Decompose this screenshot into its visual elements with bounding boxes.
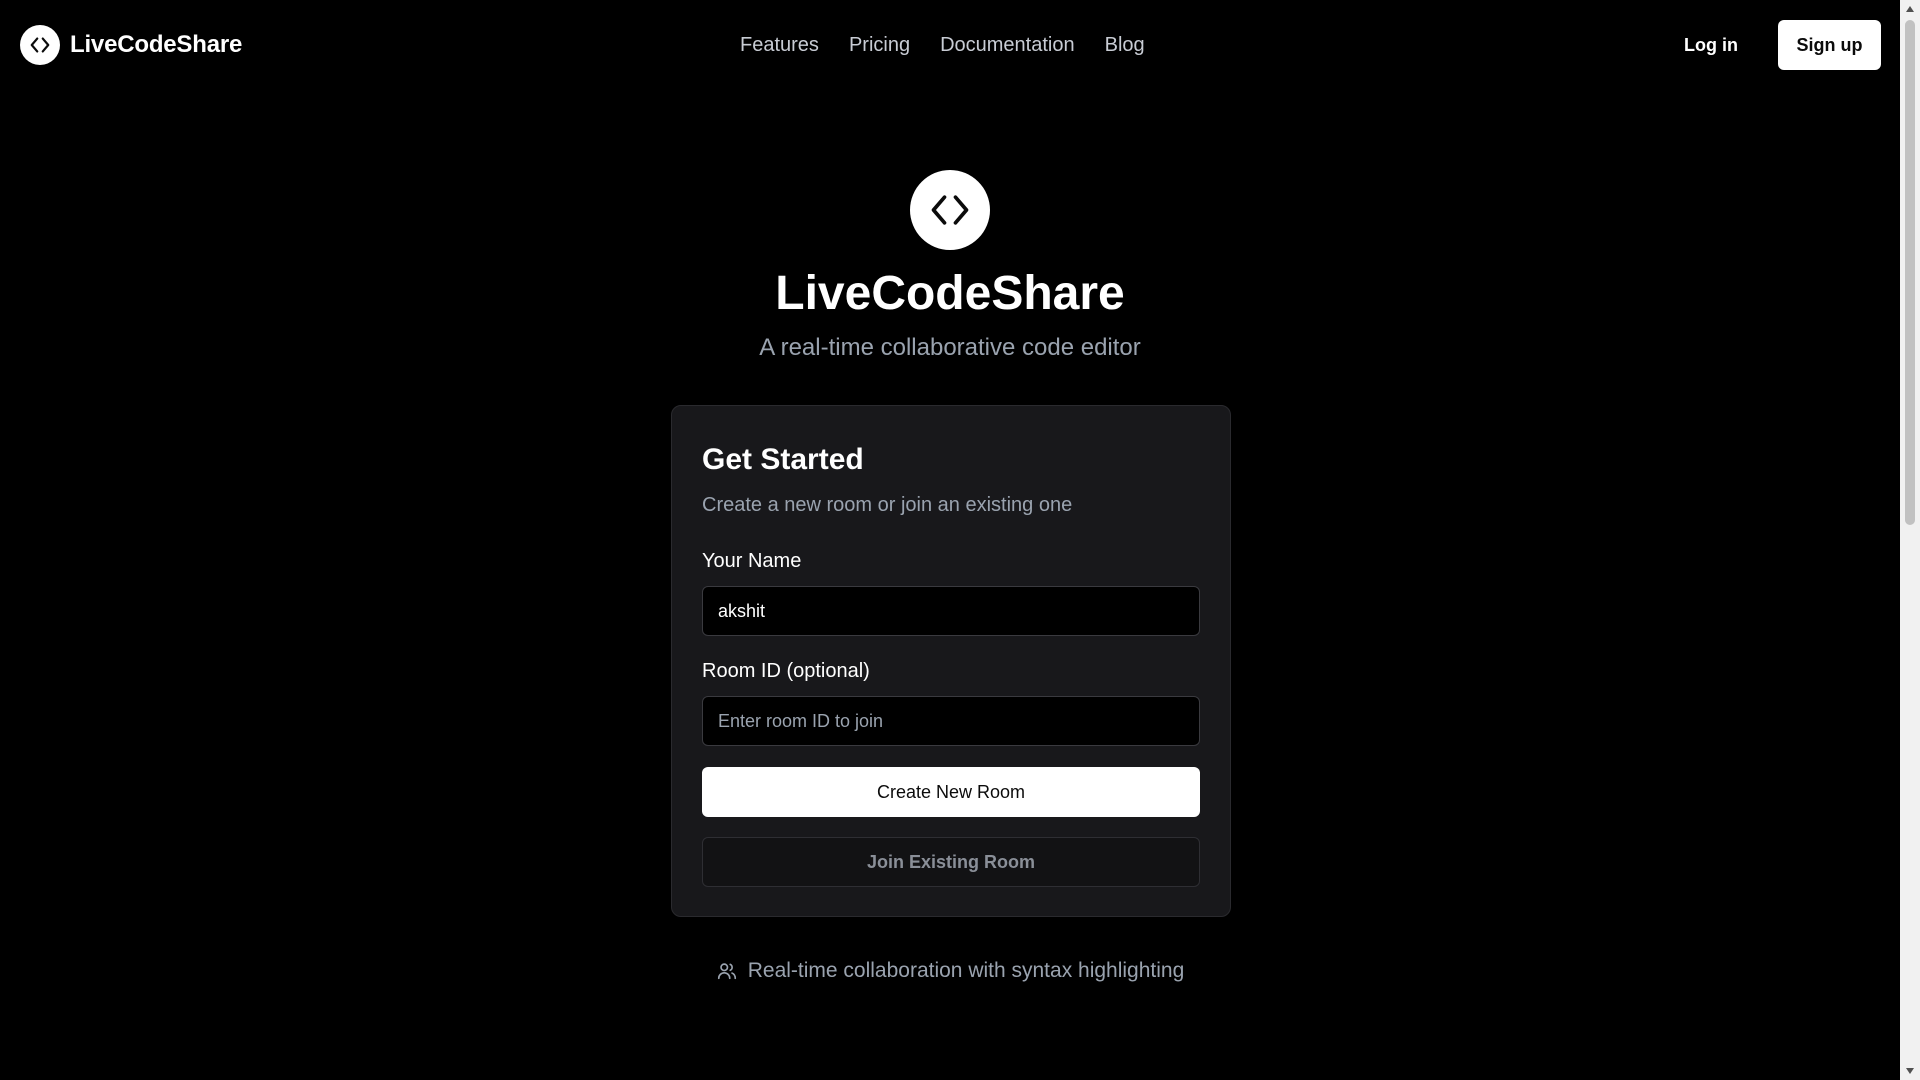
users-icon (716, 960, 738, 982)
vertical-scrollbar[interactable] (1900, 0, 1920, 1080)
nav-link-blog[interactable]: Blog (1105, 30, 1145, 60)
scroll-up-arrow-icon[interactable] (1900, 0, 1920, 18)
hero-subtitle: A real-time collaborative code editor (759, 334, 1141, 361)
top-nav: LiveCodeShare Features Pricing Documenta… (0, 0, 1900, 90)
name-label: Your Name (702, 550, 802, 572)
get-started-card: Get Started Create a new room or join an… (671, 405, 1231, 917)
nav-link-documentation[interactable]: Documentation (940, 30, 1075, 60)
brand-link[interactable]: LiveCodeShare (20, 25, 242, 65)
brand-name: LiveCodeShare (70, 31, 243, 58)
nav-links: Features Pricing Documentation Blog (740, 30, 1145, 60)
card-title: Get Started (702, 443, 864, 476)
room-id-input[interactable] (702, 696, 1200, 746)
login-button[interactable]: Log in (1663, 30, 1759, 60)
feature-note-text: Real-time collaboration with syntax high… (747, 959, 1185, 982)
hero-code-brackets-icon (910, 170, 990, 250)
scrollbar-thumb[interactable] (1905, 20, 1915, 525)
code-brackets-icon (20, 25, 60, 65)
nav-link-pricing[interactable]: Pricing (849, 30, 910, 60)
hero-title: LiveCodeShare (775, 267, 1125, 320)
nav-link-features[interactable]: Features (740, 30, 819, 60)
card-description: Create a new room or join an existing on… (702, 494, 1073, 516)
signup-button[interactable]: Sign up (1778, 20, 1881, 70)
create-room-button[interactable]: Create New Room (702, 767, 1200, 817)
join-room-button[interactable]: Join Existing Room (702, 837, 1200, 887)
scroll-down-arrow-icon[interactable] (1900, 1062, 1920, 1080)
room-id-label: Room ID (optional) (702, 660, 870, 682)
page: LiveCodeShare Features Pricing Documenta… (0, 0, 1900, 1080)
feature-note: Real-time collaboration with syntax high… (600, 956, 1300, 986)
name-input[interactable] (702, 586, 1200, 636)
